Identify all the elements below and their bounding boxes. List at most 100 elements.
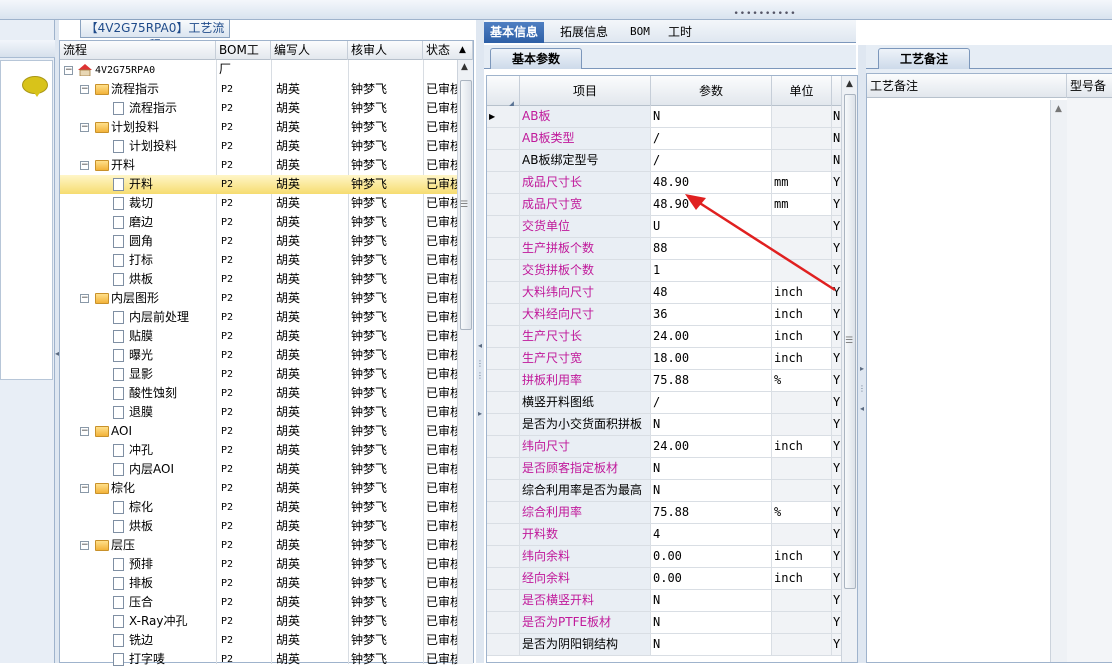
tree-row[interactable]: 酸性蚀刻 P2 胡英 钟梦飞 已审核 (60, 384, 457, 403)
tree-row[interactable]: 贴膜 P2 胡英 钟梦飞 已审核 (60, 327, 457, 346)
col-header-process-remark[interactable]: 工艺备注 (867, 74, 1067, 98)
tree-scrollbar[interactable]: ▲ ☰ (457, 60, 473, 664)
row-indicator[interactable] (487, 282, 520, 303)
param-row[interactable]: 综合利用率 75.88% Y (487, 502, 845, 524)
tree-row[interactable]: − 棕化 P2 胡英 钟梦飞 已审核 (60, 479, 457, 498)
param-value-cell[interactable]: 48.90 (651, 172, 772, 193)
param-row[interactable]: 交货单位 U Y (487, 216, 845, 238)
param-value-cell[interactable]: 36 (651, 304, 772, 325)
param-value-cell[interactable]: N (651, 458, 772, 479)
param-value-cell[interactable]: N (651, 590, 772, 611)
param-value-cell[interactable]: 48 (651, 282, 772, 303)
param-value-cell[interactable]: 0.00 (651, 568, 772, 589)
tree-row[interactable]: X-Ray冲孔 P2 胡英 钟梦飞 已审核 (60, 612, 457, 631)
param-row[interactable]: 生产尺寸长 24.00 inch Y (487, 326, 845, 348)
tree-row[interactable]: 流程指示 P2 胡英 钟梦飞 已审核 (60, 99, 457, 118)
scroll-up-icon[interactable]: ▲ (1055, 104, 1062, 114)
collapse-icon[interactable]: − (80, 85, 89, 94)
tree-row[interactable]: − 开料 P2 胡英 钟梦飞 已审核 (60, 156, 457, 175)
col-header-reviewer[interactable]: 核审人 (348, 41, 423, 60)
tree-row[interactable]: 圆角 P2 胡英 钟梦飞 已审核 (60, 232, 457, 251)
tree-row[interactable]: 烘板 P2 胡英 钟梦飞 已审核 (60, 517, 457, 536)
chat-bubble-icon[interactable] (22, 76, 48, 97)
row-indicator[interactable] (487, 172, 520, 193)
tree-row[interactable]: 铣边 P2 胡英 钟梦飞 已审核 (60, 631, 457, 650)
row-indicator[interactable] (487, 326, 520, 347)
tree-row[interactable]: 裁切 P2 胡英 钟梦飞 已审核 (60, 194, 457, 213)
row-indicator[interactable] (487, 568, 520, 589)
col-header-writer[interactable]: 编写人 (271, 41, 348, 60)
tree-row[interactable]: 磨边 P2 胡英 钟梦飞 已审核 (60, 213, 457, 232)
row-indicator[interactable] (487, 502, 520, 523)
param-value-cell[interactable]: 4 (651, 524, 772, 545)
collapse-icon[interactable]: − (80, 541, 89, 550)
tab-basic-params[interactable]: 基本参数 (490, 48, 582, 69)
param-row[interactable]: 纬向尺寸 24.00 inch Y (487, 436, 845, 458)
right-splitter[interactable]: ▸ ⋮ ◂ (858, 45, 866, 663)
tree-row[interactable]: 内层AOI P2 胡英 钟梦飞 已审核 (60, 460, 457, 479)
param-value-cell[interactable]: / (651, 150, 772, 171)
collapse-icon[interactable]: − (64, 66, 73, 75)
tree-row[interactable]: 开料 P2 胡英 钟梦飞 已审核 (60, 175, 457, 194)
param-row[interactable]: 横竖开料图纸 / Y (487, 392, 845, 414)
col-header-bom[interactable]: BOM工厂 (216, 41, 271, 76)
param-value-cell[interactable]: / (651, 128, 772, 149)
param-row[interactable]: 是否顾客指定板材 N Y (487, 458, 845, 480)
param-row[interactable]: AB板绑定型号 / N (487, 150, 845, 172)
tree-row[interactable]: 排板 P2 胡英 钟梦飞 已审核 (60, 574, 457, 593)
param-value-cell[interactable]: U (651, 216, 772, 237)
param-row[interactable]: 生产尺寸宽 18.00 inch Y (487, 348, 845, 370)
param-row[interactable]: 大料经向尺寸 36 inch Y (487, 304, 845, 326)
param-row[interactable]: ▶ AB板 N N (487, 106, 845, 128)
param-value-cell[interactable]: 0.00 (651, 546, 772, 567)
param-row[interactable]: 是否为小交货面积拼板 N Y (487, 414, 845, 436)
col-header-item[interactable]: 项目 (520, 76, 651, 106)
param-value-cell[interactable]: 18.00 (651, 348, 772, 369)
collapse-icon[interactable]: − (80, 484, 89, 493)
param-value-cell[interactable]: 75.88 (651, 502, 772, 523)
param-value-cell[interactable]: N (651, 634, 772, 655)
param-row[interactable]: 大料纬向尺寸 48 inch Y (487, 282, 845, 304)
tree-row[interactable]: 曝光 P2 胡英 钟梦飞 已审核 (60, 346, 457, 365)
col-header-status[interactable]: 状态 ▲ (423, 41, 473, 60)
param-value-cell[interactable]: 1 (651, 260, 772, 281)
param-row[interactable]: 是否横竖开料 N Y (487, 590, 845, 612)
param-row[interactable]: 综合利用率是否为最高 N Y (487, 480, 845, 502)
row-indicator[interactable] (487, 458, 520, 479)
scroll-up-icon[interactable]: ▲ (461, 62, 468, 72)
param-value-cell[interactable]: N (651, 414, 772, 435)
param-value-cell[interactable]: 24.00 (651, 436, 772, 457)
tree-row[interactable]: 退膜 P2 胡英 钟梦飞 已审核 (60, 403, 457, 422)
row-indicator[interactable] (487, 370, 520, 391)
row-indicator[interactable] (487, 590, 520, 611)
col-header-model-remark[interactable]: 型号备注 (1067, 74, 1112, 117)
tree-row[interactable]: 棕化 P2 胡英 钟梦飞 已审核 (60, 498, 457, 517)
param-row[interactable]: 纬向余料 0.00 inch Y (487, 546, 845, 568)
param-row[interactable]: AB板类型 / N (487, 128, 845, 150)
tree-row[interactable]: 烘板 P2 胡英 钟梦飞 已审核 (60, 270, 457, 289)
scroll-up-icon[interactable]: ▲ (846, 79, 853, 89)
row-indicator[interactable] (487, 128, 520, 149)
param-row[interactable]: 交货拼板个数 1 Y (487, 260, 845, 282)
row-indicator[interactable] (487, 546, 520, 567)
tab-basic-info[interactable]: 基本信息 (484, 22, 545, 43)
collapse-icon[interactable]: − (80, 123, 89, 132)
col-header-unit[interactable]: 单位 (772, 76, 832, 106)
tree-row[interactable]: 内层前处理 P2 胡英 钟梦飞 已审核 (60, 308, 457, 327)
col-header-flow[interactable]: 流程 (60, 41, 216, 60)
tree-row[interactable]: − 内层图形 P2 胡英 钟梦飞 已审核 (60, 289, 457, 308)
row-indicator[interactable] (487, 414, 520, 435)
param-row[interactable]: 生产拼板个数 88 Y (487, 238, 845, 260)
tree-row[interactable]: 预排 P2 胡英 钟梦飞 已审核 (60, 555, 457, 574)
row-indicator[interactable] (487, 524, 520, 545)
row-indicator[interactable]: ▶ (487, 106, 520, 127)
param-row[interactable]: 是否为阴阳铜结构 N Y (487, 634, 845, 656)
tree-row[interactable]: 压合 P2 胡英 钟梦飞 已审核 (60, 593, 457, 612)
param-value-cell[interactable]: N (651, 480, 772, 501)
tree-row[interactable]: 打字唛 P2 胡英 钟梦飞 已审核 (60, 650, 457, 669)
collapse-icon[interactable]: − (80, 161, 89, 170)
param-row[interactable]: 成品尺寸宽 48.90 mm Y (487, 194, 845, 216)
param-value-cell[interactable]: 75.88 (651, 370, 772, 391)
param-row[interactable]: 成品尺寸长 48.90 mm Y (487, 172, 845, 194)
param-row[interactable]: 开料数 4 Y (487, 524, 845, 546)
